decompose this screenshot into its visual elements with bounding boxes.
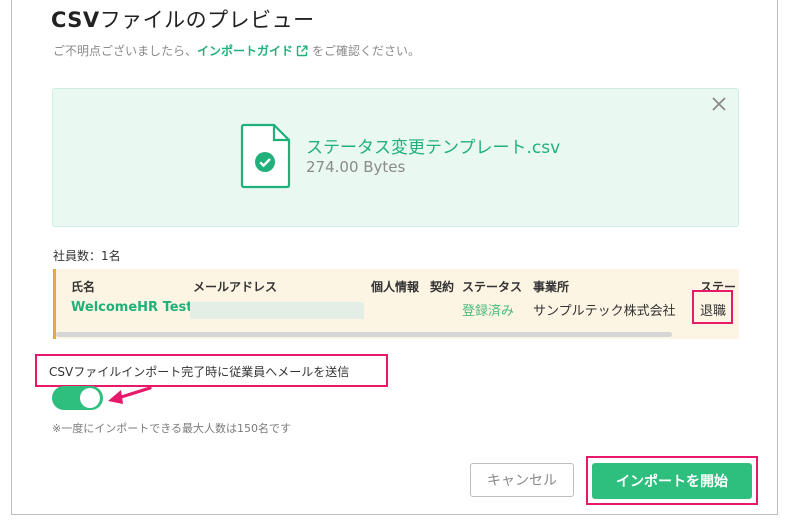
toggle-knob — [80, 388, 100, 408]
arrow-pointer-icon — [108, 386, 152, 404]
table-horizontal-scrollbar[interactable] — [56, 332, 672, 337]
import-guide-link[interactable]: インポートガイド — [197, 44, 312, 58]
file-size: 274.00 Bytes — [306, 158, 406, 176]
csv-preview-dialog: CSVファイルのプレビュー ご不明点ございましたら、インポートガイド をご確認くだ… — [11, 0, 778, 515]
import-limit-note: ※一度にインポートできる最大人数は150名です — [52, 422, 291, 435]
send-mail-toggle[interactable] — [52, 386, 103, 410]
cell-status: 登録済み — [462, 304, 515, 319]
file-upload-area: ステータス変更テンプレート.csv 274.00 Bytes — [52, 88, 739, 227]
cell-employee-name: WelcomeHR Test — [71, 300, 193, 315]
column-header-email: メールアドレス — [193, 280, 278, 294]
start-import-button[interactable]: インポートを開始 — [592, 463, 752, 499]
highlight-new-status — [692, 290, 733, 324]
cancel-button[interactable]: キャンセル — [470, 463, 574, 497]
send-mail-label: CSVファイルインポート完了時に従業員へメールを送信 — [49, 365, 350, 379]
csv-file-check-icon — [240, 123, 291, 189]
column-header-personal-info: 個人情報 — [371, 280, 420, 294]
cell-office: サンプルテック株式会社 — [533, 304, 676, 319]
close-icon[interactable] — [710, 95, 728, 113]
column-header-name: 氏名 — [71, 280, 96, 294]
help-hint: ご不明点ございましたら、インポートガイド をご確認ください。 — [53, 44, 421, 58]
external-link-icon — [296, 45, 308, 57]
column-header-status: ステータス — [462, 280, 523, 294]
employee-count: 社員数：1名 — [53, 249, 121, 263]
dialog-title: CSVファイルのプレビュー — [51, 8, 315, 32]
cell-email-masked — [190, 302, 364, 319]
column-header-contract: 契約 — [430, 280, 455, 294]
file-name: ステータス変更テンプレート.csv — [306, 138, 561, 158]
preview-table: 氏名 メールアドレス 個人情報 契約 ステータス 事業所 ステー Welcome… — [53, 269, 739, 339]
column-header-office: 事業所 — [533, 280, 570, 294]
